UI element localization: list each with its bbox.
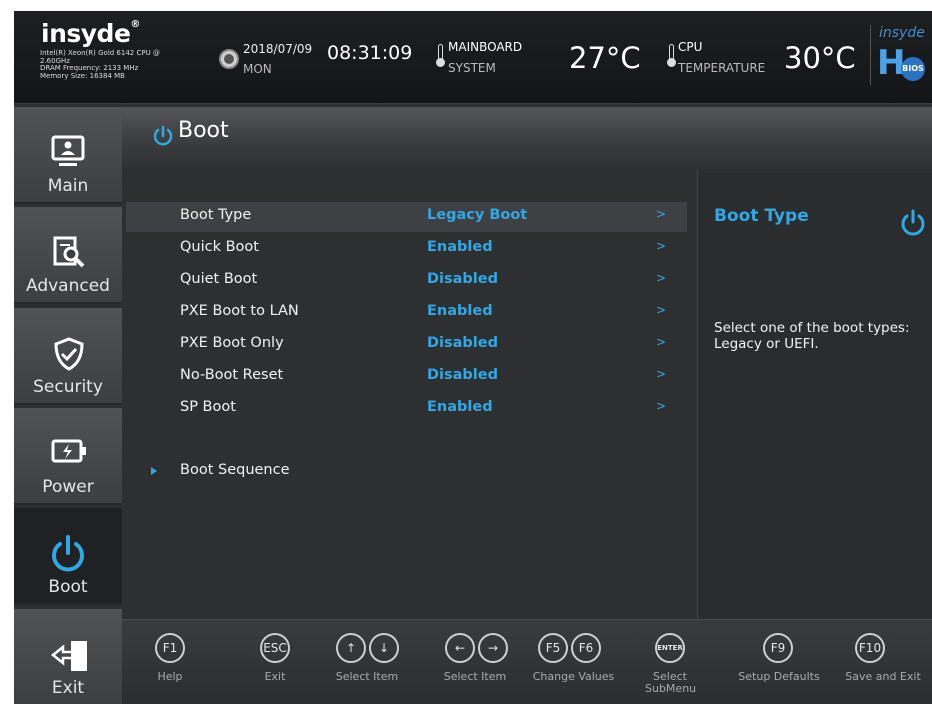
setting-name: No-Boot Reset [180, 367, 284, 383]
temperature-label: TEMPERATURE [678, 61, 766, 75]
setting-value[interactable]: Disabled [427, 367, 498, 383]
sidebar-item-power[interactable]: Power [14, 408, 122, 505]
bios-screen: insyde® Intel(R) Xeon(R) Gold 6142 CPU @… [14, 11, 932, 704]
insydeh2o-logo: insyde H BIOS [870, 25, 929, 85]
arrow-left-key[interactable]: ← [445, 633, 475, 663]
submenu-boot-sequence[interactable]: Boot Sequence [180, 462, 290, 478]
footer-keybar [122, 619, 932, 704]
page-title: Boot [178, 118, 229, 143]
setting-name: Quick Boot [180, 239, 259, 255]
setting-value[interactable]: Enabled [427, 399, 493, 415]
memory-size: Memory Size: 16384 MB [40, 71, 125, 80]
setting-row-sp-boot[interactable]: SP Boot Enabled > [126, 394, 687, 424]
select-item-label: Select Item [335, 670, 399, 683]
cpu-label: CPU [678, 40, 703, 54]
setting-row-pxe-boot-only[interactable]: PXE Boot Only Disabled > [126, 330, 687, 360]
select-item-label: Select Item [443, 670, 507, 683]
advanced-icon [53, 236, 85, 268]
sidebar-item-label: Power [42, 477, 94, 497]
setting-value[interactable]: Disabled [427, 335, 498, 351]
chevron-right-icon: > [656, 303, 667, 317]
chevron-right-icon: > [656, 271, 667, 285]
f9-key[interactable]: F9 [763, 633, 793, 663]
date: 2018/07/09 [243, 42, 313, 56]
chevron-right-icon: > [656, 207, 667, 221]
arrow-up-key[interactable]: ↑ [336, 633, 366, 663]
sidebar-item-main[interactable]: Main [14, 107, 122, 204]
power-icon [153, 125, 173, 146]
help-panel [697, 169, 932, 619]
title-bar [122, 107, 932, 169]
system-info: Intel(R) Xeon(R) Gold 6142 CPU @ 2.60GHz… [40, 49, 210, 80]
submenu-triangle-icon [151, 467, 157, 475]
insyde-logo: insyde® [41, 19, 140, 48]
setting-row-boot-type[interactable]: Boot Type Legacy Boot > [126, 202, 687, 232]
setting-value[interactable]: Enabled [427, 239, 493, 255]
setting-name: Quiet Boot [180, 271, 258, 287]
help-text: Select one of the boot types: Legacy or … [714, 320, 932, 352]
sidebar-item-boot[interactable]: Boot [14, 508, 122, 605]
shield-icon [54, 337, 84, 371]
esc-key[interactable]: ESC [260, 633, 290, 663]
mainboard-label: MAINBOARD [448, 40, 523, 54]
thermometer-icon [436, 44, 445, 68]
mainboard-temperature: 27°C [569, 41, 641, 75]
battery-icon [51, 439, 86, 463]
sidebar-item-label: Exit [51, 678, 85, 698]
setting-name: PXE Boot to LAN [180, 303, 299, 319]
system-label: SYSTEM [448, 61, 496, 75]
enter-key[interactable]: ENTER [655, 633, 685, 663]
setup-defaults-label: Setup Defaults [738, 670, 820, 683]
thermometer-icon [667, 44, 676, 68]
sidebar-item-advanced[interactable]: Advanced [14, 207, 122, 304]
setting-name: Boot Type [180, 207, 252, 223]
help-line: Select one of the boot types: [714, 320, 910, 336]
sidebar-item-exit[interactable]: Exit [14, 609, 122, 704]
arrow-right-key[interactable]: → [478, 633, 508, 663]
setting-row-no-boot-reset[interactable]: No-Boot Reset Disabled > [126, 362, 687, 392]
header-bar: insyde® Intel(R) Xeon(R) Gold 6142 CPU @… [14, 11, 932, 104]
help-label: Help [157, 670, 183, 683]
f6-key[interactable]: F6 [571, 633, 601, 663]
sidebar-item-label: Boot [48, 577, 88, 597]
help-line: Legacy or UEFI. [714, 336, 819, 352]
exit-door-icon [51, 641, 87, 671]
setting-value[interactable]: Enabled [427, 303, 493, 319]
sidebar-item-label: Advanced [26, 276, 110, 296]
chevron-right-icon: > [656, 239, 667, 253]
change-values-label: Change Values [532, 670, 615, 683]
chevron-right-icon: > [656, 335, 667, 349]
sidebar-item-security[interactable]: Security [14, 308, 122, 405]
time: 08:31:09 [327, 42, 413, 64]
f5-key[interactable]: F5 [538, 633, 568, 663]
power-icon [52, 535, 84, 572]
power-icon [901, 209, 925, 236]
arrow-down-key[interactable]: ↓ [369, 633, 399, 663]
clock-icon [219, 49, 239, 69]
setting-row-pxe-boot-to-lan[interactable]: PXE Boot to LAN Enabled > [126, 298, 687, 328]
monitor-user-icon [51, 135, 85, 166]
select-submenu-label: Select SubMenu [645, 670, 697, 695]
setting-value[interactable]: Disabled [427, 271, 498, 287]
chevron-right-icon: > [656, 367, 667, 381]
setting-value[interactable]: Legacy Boot [427, 207, 527, 223]
exit-label: Exit [264, 670, 286, 683]
day: MON [243, 62, 272, 76]
cpu-temperature: 30°C [784, 41, 856, 75]
setting-name: PXE Boot Only [180, 335, 284, 351]
save-and-exit-label: Save and Exit [845, 670, 921, 683]
f10-key[interactable]: F10 [855, 633, 885, 663]
setting-row-quick-boot[interactable]: Quick Boot Enabled > [126, 234, 687, 264]
f1-key[interactable]: F1 [155, 633, 185, 663]
sidebar-item-label: Main [47, 176, 89, 196]
setting-row-quiet-boot[interactable]: Quiet Boot Disabled > [126, 266, 687, 296]
sidebar-item-label: Security [33, 377, 103, 397]
setting-name: SP Boot [180, 399, 236, 415]
chevron-right-icon: > [656, 399, 667, 413]
help-title: Boot Type [714, 206, 809, 226]
